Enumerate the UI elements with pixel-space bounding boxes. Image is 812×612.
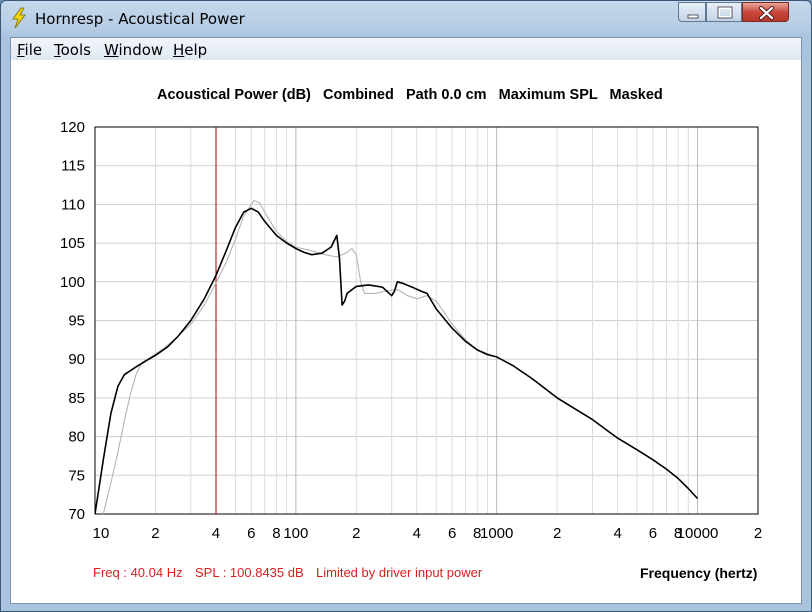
app-window: Hornresp - Acoustical Power File Tools W…	[0, 0, 812, 612]
x-tick-label: 4	[613, 525, 621, 542]
x-tick-label: 8	[272, 525, 280, 542]
minimize-button[interactable]	[678, 2, 706, 22]
y-tick-label: 80	[68, 429, 85, 446]
x-tick-label: 2	[754, 525, 762, 542]
menu-bar: File Tools Window Help	[11, 38, 801, 60]
menu-file[interactable]: File	[17, 41, 42, 59]
y-tick-label: 105	[60, 235, 85, 252]
x-tick-label: 2	[151, 525, 159, 542]
client-area: File Tools Window Help Acoustical Power …	[10, 37, 802, 604]
window-title: Hornresp - Acoustical Power	[35, 10, 245, 28]
maximize-button[interactable]	[706, 2, 742, 22]
menu-window[interactable]: Window	[104, 41, 163, 59]
y-tick-label: 100	[60, 274, 85, 291]
minimize-icon	[687, 14, 699, 19]
x-tick-label: 4	[212, 525, 220, 542]
close-button[interactable]	[742, 2, 789, 22]
maximize-icon	[717, 6, 733, 19]
status-spl: SPL : 100.8435 dB	[195, 565, 304, 580]
menu-help[interactable]: Help	[173, 41, 207, 59]
status-frequency: Freq : 40.04 Hz	[93, 565, 183, 580]
y-tick-label: 115	[61, 158, 85, 175]
y-tick-label: 75	[68, 467, 85, 484]
status-limit: Limited by driver input power	[316, 565, 483, 580]
y-tick-label: 110	[61, 196, 85, 213]
x-tick-label: 2	[553, 525, 561, 542]
close-icon	[759, 6, 774, 20]
y-tick-label: 85	[68, 390, 85, 407]
menu-tools[interactable]: Tools	[54, 41, 91, 59]
x-tick-label: 10	[93, 525, 110, 542]
x-tick-label: 6	[649, 525, 657, 542]
x-tick-label: 6	[448, 525, 456, 542]
x-tick-label: 2	[352, 525, 360, 542]
lightning-icon	[12, 7, 26, 29]
y-tick-label: 70	[68, 506, 85, 523]
x-tick-label: 6	[247, 525, 255, 542]
x-tick-label: 1000	[480, 525, 513, 542]
x-tick-label: 4	[413, 525, 421, 542]
x-tick-label: 100	[283, 525, 308, 542]
y-tick-label: 95	[68, 313, 85, 330]
x-axis-label: Frequency (hertz)	[640, 565, 758, 581]
y-tick-label: 90	[68, 351, 85, 368]
spl-chart[interactable]: 12011511010510095908580757010 2 4 6 8 100 2 4 6 8…	[11, 60, 801, 560]
y-tick-label: 120	[60, 119, 85, 136]
title-bar[interactable]: Hornresp - Acoustical Power	[1, 1, 811, 37]
x-tick-label: 10000	[677, 525, 719, 542]
